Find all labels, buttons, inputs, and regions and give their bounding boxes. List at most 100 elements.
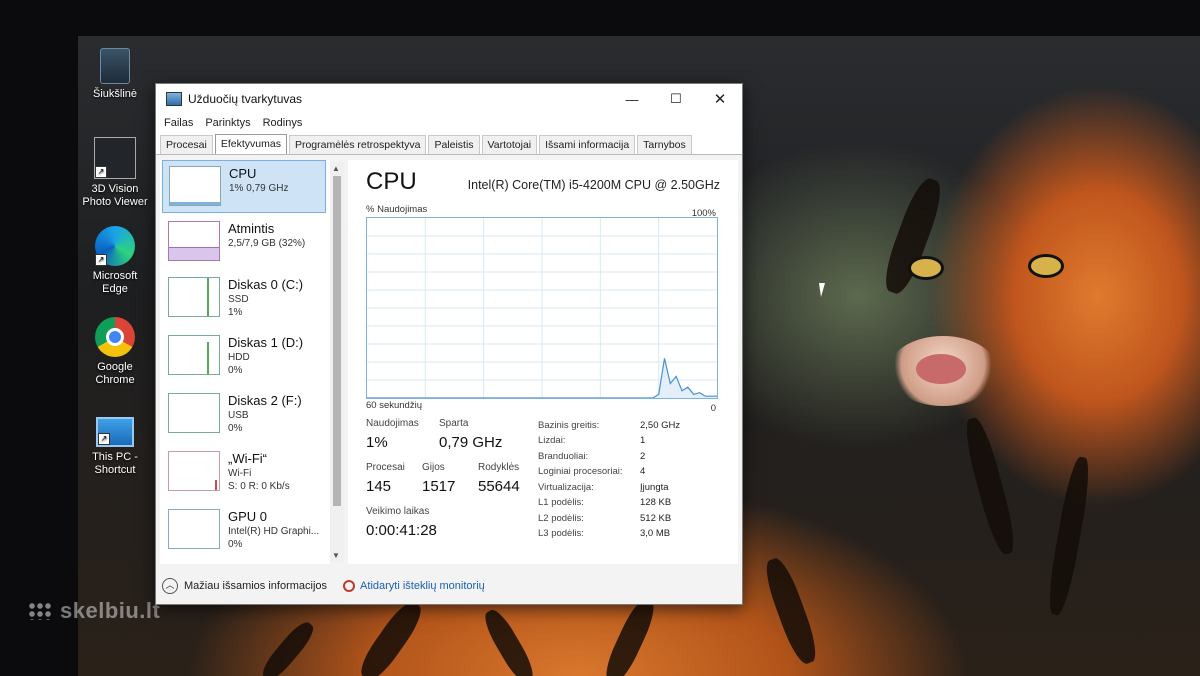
resource-list: CPU 1% 0,79 GHz Atmintis 2,5/7,9 GB (32%) … xyxy=(160,160,330,564)
spec-value: 128 KB xyxy=(640,497,672,508)
watermark: skelbiu.lt xyxy=(28,598,160,624)
resource-sub: 0% xyxy=(228,539,243,550)
disk-d-thumbnail xyxy=(168,335,220,375)
chrome-icon xyxy=(95,317,135,357)
handles-value: 55644 xyxy=(478,478,520,495)
disk-f-thumbnail xyxy=(168,393,220,433)
close-button[interactable]: ✕ xyxy=(698,84,742,114)
spec-label: Bazinis greitis: xyxy=(538,420,600,431)
spec-label: Loginiai procesoriai: xyxy=(538,466,623,477)
tab-strip: Procesai Efektyvumas Programėlės retrosp… xyxy=(156,132,742,155)
resource-item-disk-c[interactable]: Diskas 0 (C:) SSD 1% xyxy=(162,272,326,325)
tab-users[interactable]: Vartotojai xyxy=(481,135,538,154)
threads-value: 1517 xyxy=(422,478,456,495)
resource-sub: SSD xyxy=(228,294,249,305)
resource-sub: HDD xyxy=(228,352,250,363)
tab-details[interactable]: Išsami informacija xyxy=(539,135,636,154)
desktop-icon-this-pc[interactable]: ↗ This PC - Shortcut xyxy=(80,409,150,477)
scroll-down-icon[interactable]: ▼ xyxy=(332,551,340,560)
resource-item-memory[interactable]: Atmintis 2,5/7,9 GB (32%) xyxy=(162,216,326,269)
photo-viewer-icon: ↗ xyxy=(94,137,136,179)
menu-options[interactable]: Parinktys xyxy=(205,117,250,129)
threads-label: Gijos xyxy=(422,462,445,473)
resource-sub: 2,5/7,9 GB (32%) xyxy=(228,238,306,249)
shortcut-arrow-icon: ↗ xyxy=(95,166,107,178)
minimize-button[interactable]: — xyxy=(610,84,654,114)
tab-startup[interactable]: Paleistis xyxy=(428,135,480,154)
title-bar[interactable]: Užduočių tvarkytuvas — ☐ ✕ xyxy=(156,84,742,114)
tiger-eye-left xyxy=(908,256,944,280)
tiger-eye-right xyxy=(1028,254,1064,278)
menu-view[interactable]: Rodinys xyxy=(263,117,303,129)
cpu-thumbnail xyxy=(169,166,221,206)
spec-label: Lizdai: xyxy=(538,435,566,446)
task-manager-window: Užduočių tvarkytuvas — ☐ ✕ Failas Parink… xyxy=(155,83,743,605)
cpu-usage-chart xyxy=(367,218,717,398)
tab-performance[interactable]: Efektyvumas xyxy=(214,134,287,154)
desktop-icon-chrome[interactable]: Google Chrome xyxy=(80,317,150,387)
detail-heading: CPU xyxy=(366,168,417,195)
spec-value: 2,50 GHz xyxy=(640,420,681,431)
scrollbar-thumb[interactable] xyxy=(333,176,341,506)
shortcut-arrow-icon: ↗ xyxy=(98,433,110,445)
memory-usage-fill xyxy=(169,246,219,260)
resource-item-gpu[interactable]: GPU 0 Intel(R) HD Graphi... 0% xyxy=(162,504,326,557)
spec-value: Įjungta xyxy=(640,482,669,493)
resource-sub: Wi-Fi xyxy=(228,468,252,479)
menu-file[interactable]: Failas xyxy=(164,117,193,129)
resource-monitor-icon xyxy=(343,580,356,592)
memory-thumbnail xyxy=(168,221,220,261)
resource-item-cpu[interactable]: CPU 1% 0,79 GHz xyxy=(162,160,326,213)
resource-list-scrollbar[interactable]: ▲ ▼ xyxy=(330,162,344,562)
resource-sub: 0% xyxy=(228,423,243,434)
processes-value: 145 xyxy=(366,478,392,495)
resource-item-wifi[interactable]: „Wi-Fi“ Wi-Fi S: 0 R: 0 Kb/s xyxy=(162,446,326,499)
cpu-usage-graph xyxy=(366,217,718,399)
handles-label: Rodyklės xyxy=(478,462,520,473)
resource-sub: 0% xyxy=(228,365,243,376)
tiger-nose xyxy=(916,354,966,384)
resource-name: „Wi-Fi“ xyxy=(228,451,267,466)
spec-label: Virtualizacija: xyxy=(538,482,594,493)
uptime-label: Veikimo laikas xyxy=(366,506,430,517)
spec-label: L2 podėlis: xyxy=(538,513,584,524)
resource-name: Diskas 0 (C:) xyxy=(228,277,304,292)
tab-app-history[interactable]: Programėlės retrospektyva xyxy=(288,135,427,154)
maximize-button[interactable]: ☐ xyxy=(654,84,698,114)
scroll-up-icon[interactable]: ▲ xyxy=(332,164,340,173)
desktop-icon-recycle-bin[interactable]: Šiukšlinė xyxy=(80,48,150,101)
wifi-thumbnail xyxy=(168,451,220,491)
shortcut-arrow-icon: ↗ xyxy=(95,254,107,266)
resource-sub: USB xyxy=(228,410,249,421)
spec-value: 1 xyxy=(640,435,646,446)
graph-y-label: % Naudojimas xyxy=(366,204,428,215)
monitor-icon: ↗ xyxy=(96,417,134,447)
resource-name: Atmintis xyxy=(228,221,275,236)
gpu-thumbnail xyxy=(168,509,220,549)
open-resource-monitor-link[interactable]: Atidaryti išteklių monitorių xyxy=(360,580,485,592)
desktop-icon-edge[interactable]: ↗ Microsoft Edge xyxy=(80,226,150,296)
spec-value: 512 KB xyxy=(640,513,672,524)
resource-sub: Intel(R) HD Graphi... xyxy=(228,526,320,537)
resource-item-disk-f[interactable]: Diskas 2 (F:) USB 0% xyxy=(162,388,326,441)
speed-label: Sparta xyxy=(439,418,469,429)
tab-services[interactable]: Tarnybos xyxy=(637,135,692,154)
resource-item-disk-d[interactable]: Diskas 1 (D:) HDD 0% xyxy=(162,330,326,383)
desktop-icon-photo-viewer[interactable]: ↗ 3D Vision Photo Viewer xyxy=(80,137,150,209)
spec-value: 2 xyxy=(640,451,646,462)
recycle-bin-icon xyxy=(100,48,130,84)
footer-bar: ︿ Mažiau išsamios informacijos Atidaryti… xyxy=(156,570,742,602)
resource-name: GPU 0 xyxy=(228,509,268,524)
menu-bar: Failas Parinktys Rodinys xyxy=(156,114,742,132)
fewer-details-link[interactable]: Mažiau išsamios informacijos xyxy=(184,580,327,592)
window-title: Užduočių tvarkytuvas xyxy=(188,92,303,106)
resource-sub: 1% 0,79 GHz xyxy=(229,183,289,194)
tab-processes[interactable]: Procesai xyxy=(160,135,213,154)
resource-sub: 1% xyxy=(228,307,243,318)
resource-sub: S: 0 R: 0 Kb/s xyxy=(228,481,290,492)
usage-value: 1% xyxy=(366,434,388,451)
chevron-up-icon[interactable]: ︿ xyxy=(162,578,178,594)
graph-min-label: 0 xyxy=(710,403,716,414)
graph-time-label: 60 sekundžių xyxy=(366,400,422,411)
cpu-model-name: Intel(R) Core(TM) i5-4200M CPU @ 2.50GHz xyxy=(467,178,720,192)
